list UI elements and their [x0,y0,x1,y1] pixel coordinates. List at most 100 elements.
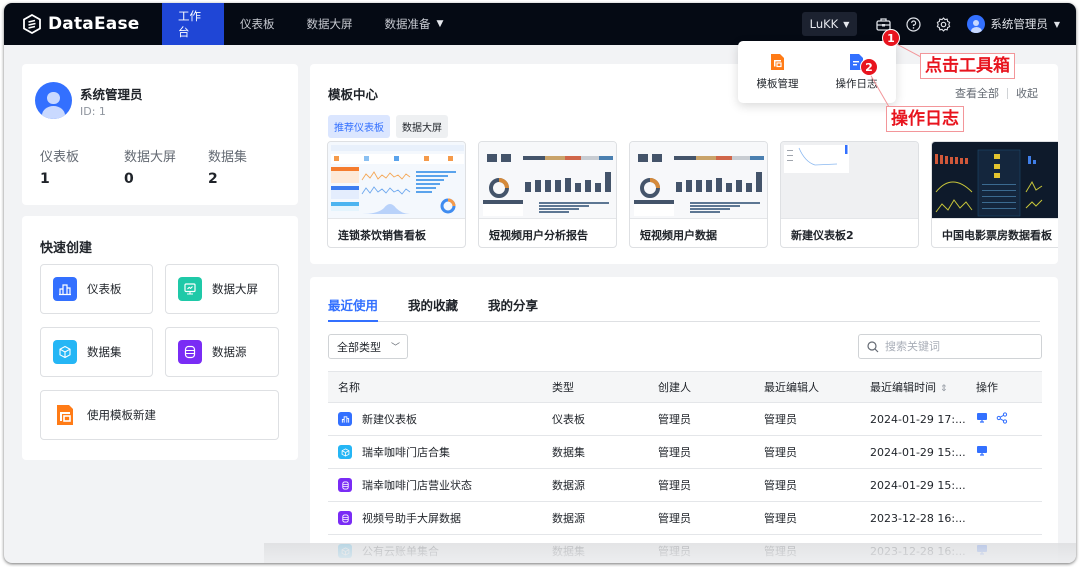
cell-creator: 管理员 [648,468,754,502]
row-name: 视频号助手大屏数据 [362,512,461,525]
share-icon[interactable] [996,411,1008,427]
caret-down-icon: ▼ [1053,19,1060,29]
template-item[interactable]: 短视频用户数据 [629,141,768,248]
cell-name[interactable]: 瑞幸咖啡门店营业状态 [328,468,542,502]
table-header: 名称 类型 创建人 最近编辑人 最近编辑时间 ⇕ 操作 [328,371,1042,403]
cell-name[interactable]: 瑞幸咖啡门店合集 [328,435,542,469]
cell-type: 数据源 [542,501,648,535]
cell-actions [966,435,1042,469]
profile-id: ID: 1 [80,105,106,118]
template-manage-menu-item[interactable]: 模板管理 [738,41,817,103]
nav-label: 数据大屏 [306,17,353,31]
nav-data-screen[interactable]: 数据大屏 [291,3,369,45]
template-item[interactable]: 中国电影票房数据看板 [931,141,1058,248]
cell-actions [966,501,1042,535]
nav-workbench[interactable]: 工作台 [162,3,224,45]
template-manage-icon [771,53,784,70]
org-select[interactable]: LuKK ▼ [801,12,858,36]
collapse-link[interactable]: 收起 [1016,85,1038,101]
menu-label: 模板管理 [756,77,799,90]
stat-label: 数据大屏 [124,150,177,165]
cell-editor: 管理员 [754,468,860,502]
user-menu[interactable]: 系统管理员 ▼ [967,15,1060,33]
template-thumbnail [328,142,465,219]
row-name: 瑞幸咖啡门店合集 [362,446,450,459]
profile-name: 系统管理员 [80,87,143,102]
col-type: 类型 [542,371,648,403]
quick-create-card: 快速创建 仪表板 数据大屏 数据集 数据源 使用模板新建 [22,216,298,460]
datasource-icon [178,340,202,364]
template-item[interactable]: 短视频用户分析报告 [478,141,617,248]
tab-shared[interactable]: 我的分享 [488,295,538,322]
cell-editor: 管理员 [754,402,860,436]
template-center-actions: 查看全部 收起 [955,85,1038,101]
dataset-icon [53,340,77,364]
template-tab-screen[interactable]: 数据大屏 [396,115,448,138]
cell-actions [966,468,1042,502]
recent-tabs: 最近使用 我的收藏 我的分享 [328,295,1040,322]
table-row[interactable]: 瑞幸咖啡门店营业状态 数据源 管理员 管理员 2024-01-29 15:... [328,468,1042,502]
preview-icon[interactable] [976,445,988,459]
stat-value: 0 [124,171,134,187]
nav-data-prep[interactable]: 数据准备 ▼ [369,3,460,45]
caret-down-icon: ▼ [843,19,850,29]
table-row[interactable]: 新建仪表板 仪表板 管理员 管理员 2024-01-29 17:... [328,402,1042,436]
quick-create-label: 数据大屏 [212,282,258,296]
cell-actions [966,402,1042,436]
dataset-icon [338,445,352,459]
datasource-icon [338,478,352,492]
tab-recent[interactable]: 最近使用 [328,295,379,322]
nav-dashboard[interactable]: 仪表板 [224,3,291,45]
quick-create-dataset[interactable]: 数据集 [40,327,153,377]
table-row[interactable]: 瑞幸咖啡门店合集 数据集 管理员 管理员 2024-01-29 15:... [328,435,1042,469]
logo[interactable]: DataEase [22,14,162,34]
col-edit-time[interactable]: 最近编辑时间 ⇕ [860,371,966,403]
search-box[interactable] [858,334,1042,359]
cell-type: 仪表板 [542,402,648,436]
quick-create-datasource[interactable]: 数据源 [165,327,279,377]
cell-name[interactable]: 新建仪表板 [328,402,542,436]
search-input[interactable] [885,340,1035,353]
quick-create-dashboard[interactable]: 仪表板 [40,264,153,314]
template-name: 中国电影票房数据看板 [942,229,1052,242]
datasource-icon [338,511,352,525]
col-creator: 创建人 [648,371,754,403]
template-item[interactable]: 连锁茶饮销售看板 [327,141,466,248]
stat-label: 仪表板 [40,150,80,165]
template-tab-dashboard[interactable]: 推荐仪表板 [328,115,390,138]
cell-name[interactable]: 视频号助手大屏数据 [328,501,542,535]
recent-card: 最近使用 我的收藏 我的分享 全部类型 ﹀ 名称 类型 创建人 最近编辑人 最近… [310,277,1058,563]
nav-label: 工作台 [178,9,201,39]
view-all-link[interactable]: 查看全部 [955,85,999,101]
template-name: 短视频用户分析报告 [489,229,588,242]
table-row[interactable]: 视频号助手大屏数据 数据源 管理员 管理员 2023-12-28 16:... [328,501,1042,535]
recent-table: 名称 类型 创建人 最近编辑人 最近编辑时间 ⇕ 操作 新建仪表板 仪表板 管理员 管理… [328,371,1042,563]
stat-data-screen: 数据大屏 0 [124,146,176,187]
template-center-card: 模板中心 查看全部 收起 推荐仪表板 数据大屏 连锁茶饮销售看板 短视频用户分析… [310,64,1058,264]
operation-log-menu-item[interactable]: 操作日志 [817,41,896,103]
stat-dataset: 数据集 2 [208,146,247,187]
col-name: 名称 [328,371,542,403]
user-name: 系统管理员 [990,17,1048,31]
quick-create-label: 仪表板 [87,282,122,296]
cell-editor: 管理员 [754,501,860,535]
nav-label: 数据准备 [384,17,431,31]
cell-editor: 管理员 [754,435,860,469]
settings-icon[interactable] [935,16,951,32]
screen-icon [178,277,202,301]
bottom-shadow [264,543,1076,563]
help-icon[interactable] [905,16,921,32]
type-filter-select[interactable]: 全部类型 ﹀ [328,334,408,359]
quick-create-from-template[interactable]: 使用模板新建 [40,390,279,440]
quick-create-label: 数据源 [212,345,247,359]
quick-create-data-screen[interactable]: 数据大屏 [165,264,279,314]
sort-icon[interactable]: ⇕ [940,384,948,394]
col-editor: 最近编辑人 [754,371,860,403]
template-thumbnail [479,142,616,219]
tab-favorites[interactable]: 我的收藏 [408,295,458,322]
template-thumbnail [932,142,1058,219]
template-item[interactable]: 新建仪表板2 [780,141,919,248]
cell-edit-time: 2024-01-29 17:... [860,402,966,436]
template-center-title: 模板中心 [328,87,379,102]
preview-icon[interactable] [976,412,988,426]
